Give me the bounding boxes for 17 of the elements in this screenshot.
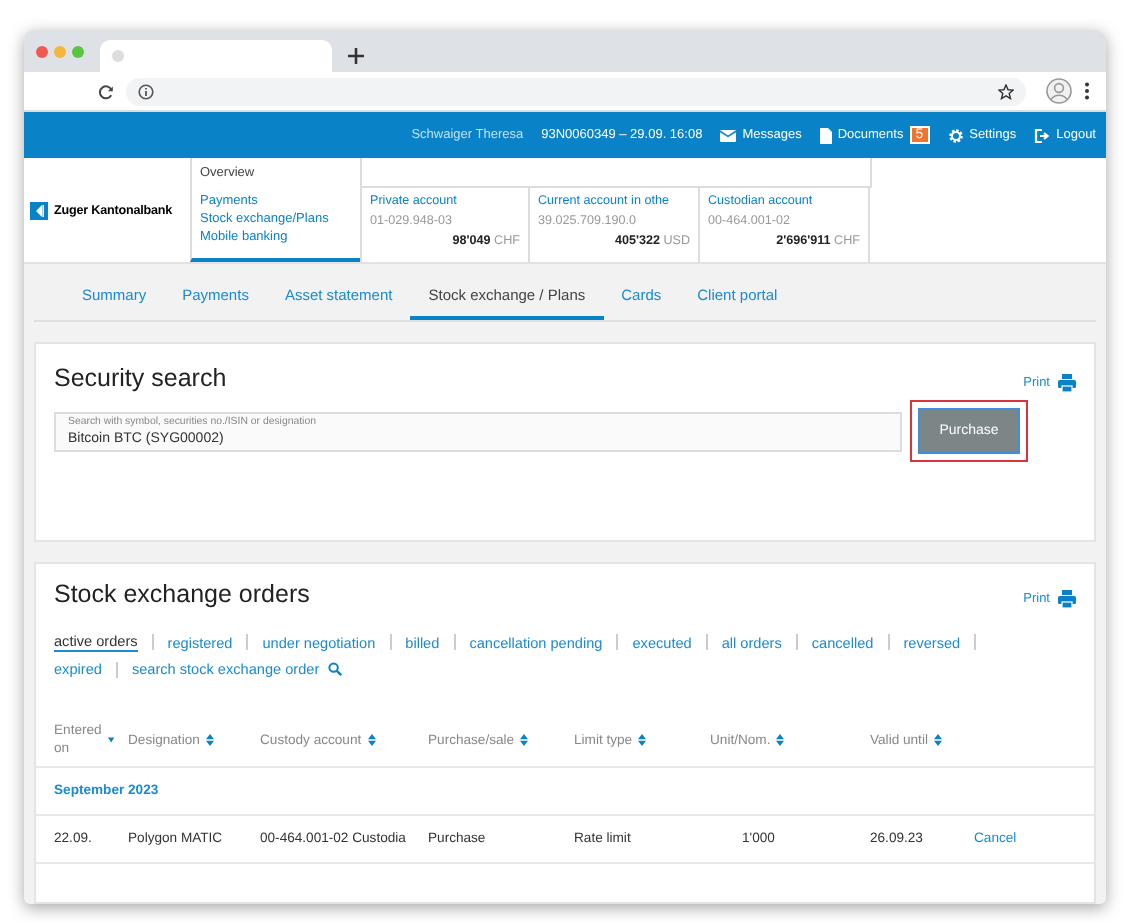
new-tab-icon[interactable] [348,47,364,63]
info-icon [138,83,154,99]
more-menu-icon[interactable] [1084,82,1090,100]
printer-icon[interactable] [1058,589,1076,607]
settings-icon [947,127,964,143]
search-icon[interactable] [327,662,342,676]
bookmark-star-icon[interactable] [998,83,1014,99]
envelope-icon [720,129,737,141]
bank-logo-icon [30,201,48,219]
section-title: Security search [54,364,227,392]
reload-icon[interactable] [98,83,114,99]
section-title: Stock exchange orders [54,580,310,608]
document-icon [819,127,832,143]
profile-avatar-icon[interactable] [1046,78,1072,104]
logout-icon [1034,127,1051,143]
window-controls-icon[interactable] [36,45,84,57]
printer-icon[interactable] [1058,373,1076,391]
